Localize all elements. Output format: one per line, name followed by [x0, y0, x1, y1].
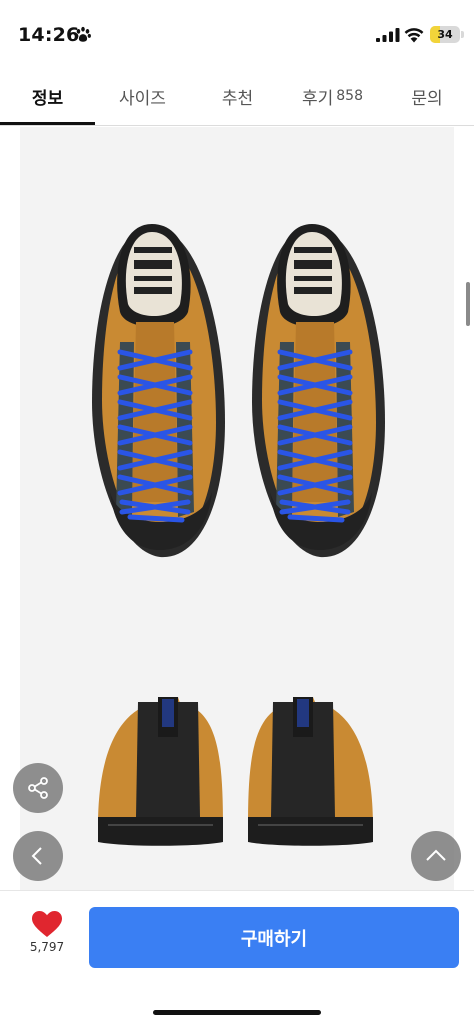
back-button[interactable]	[13, 831, 63, 881]
battery-cap	[461, 31, 464, 38]
buy-button[interactable]: 구매하기	[89, 907, 459, 968]
cellular-signal-icon	[376, 28, 400, 42]
like-button[interactable]: 5,797	[18, 911, 76, 971]
shoe-pair-top-view	[20, 127, 454, 846]
status-time: 14:26	[18, 24, 80, 46]
active-tab-indicator	[0, 122, 95, 125]
tab-recommend-label: 추천	[221, 88, 254, 109]
home-indicator[interactable]	[153, 1010, 321, 1015]
buy-button-label: 구매하기	[240, 928, 308, 950]
tab-inquiry-label: 문의	[411, 88, 443, 109]
scroll-to-top-button[interactable]	[411, 831, 461, 881]
tab-reviews[interactable]: 후기 858	[285, 66, 380, 126]
chevron-up-icon	[426, 849, 446, 861]
tab-reviews-label: 후기	[301, 88, 334, 109]
battery-percent: 34	[437, 28, 453, 41]
wifi-icon	[404, 28, 424, 43]
status-bar: 14:26 34	[0, 0, 474, 66]
scrollbar-thumb[interactable]	[466, 282, 470, 326]
bottom-action-bar: 5,797 구매하기	[0, 891, 474, 1026]
tab-info[interactable]: 정보	[0, 66, 95, 126]
tab-recommend[interactable]: 추천	[190, 66, 285, 126]
tab-reviews-count: 858	[336, 88, 363, 104]
tab-size-label: 사이즈	[119, 88, 166, 109]
tab-inquiry[interactable]: 문의	[380, 66, 474, 126]
tab-info-label: 정보	[31, 88, 64, 109]
product-tab-bar: 정보 사이즈 추천 후기 858 문의	[0, 66, 474, 126]
paw-icon	[75, 26, 91, 42]
share-icon	[28, 777, 48, 799]
product-image[interactable]	[20, 127, 454, 890]
share-button[interactable]	[13, 763, 63, 813]
battery-icon: 34	[430, 26, 460, 43]
chevron-left-icon	[31, 847, 42, 865]
like-count: 5,797	[29, 940, 65, 954]
tab-size[interactable]: 사이즈	[95, 66, 190, 126]
heart-icon	[32, 911, 62, 937]
